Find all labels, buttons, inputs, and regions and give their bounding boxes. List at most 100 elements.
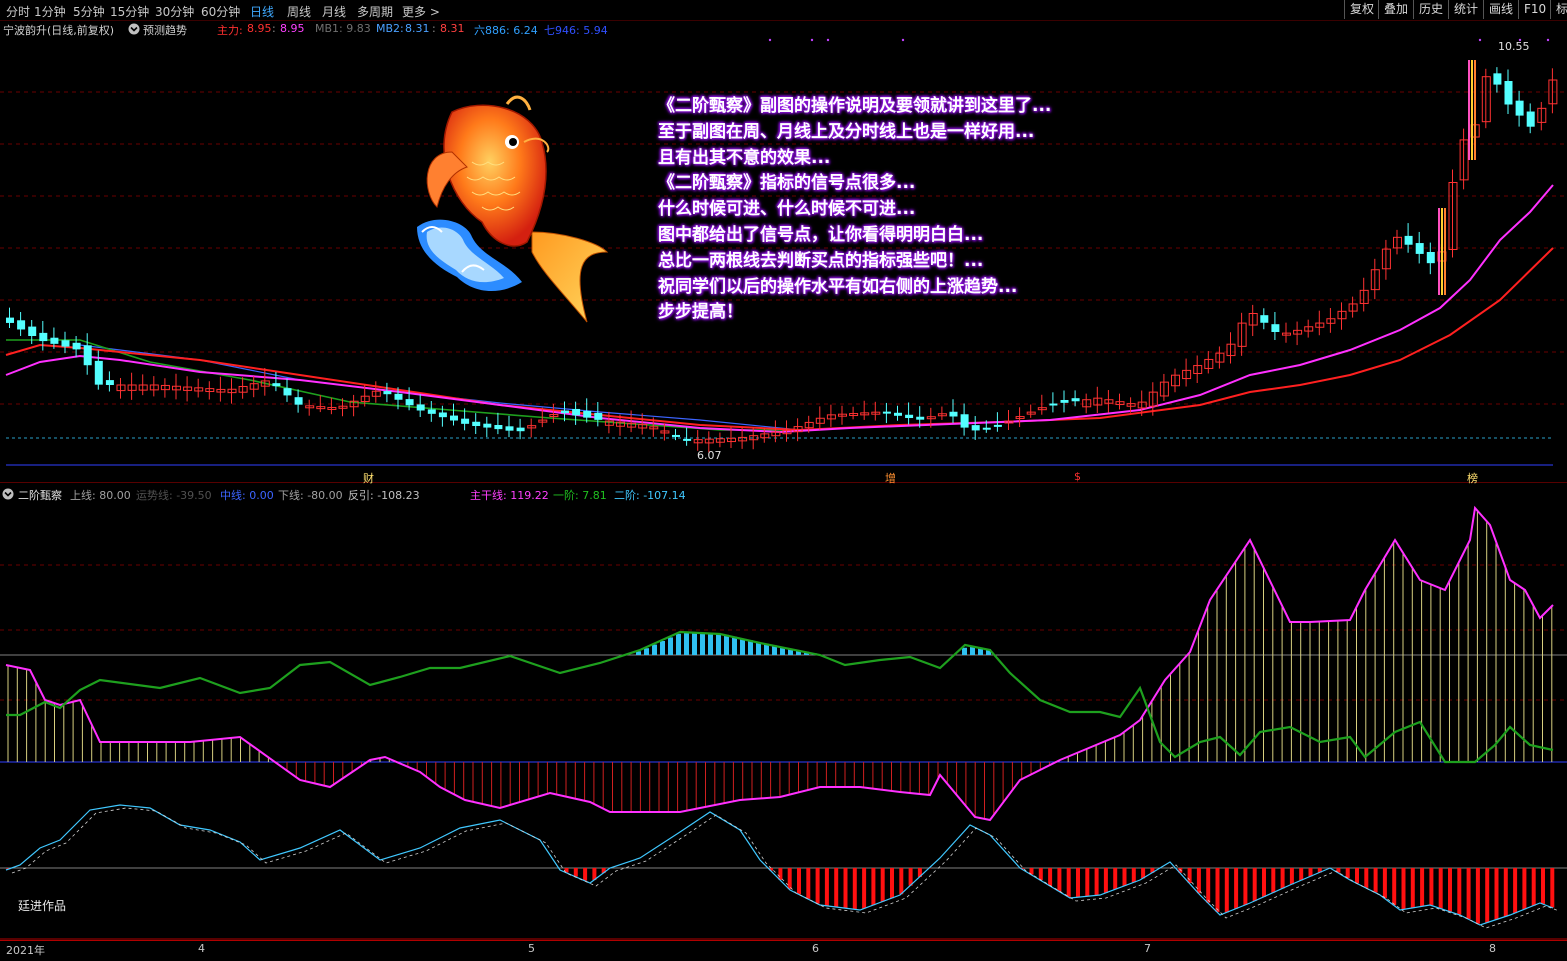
candle-body — [472, 422, 480, 426]
strength-block — [740, 639, 745, 656]
indicator-name[interactable]: 二阶甄察 — [18, 487, 62, 503]
oversold-bar — [1420, 868, 1424, 906]
candle-body — [284, 388, 292, 395]
candle-body — [972, 425, 980, 430]
reverse-value: 反引: -108.23 — [348, 487, 420, 503]
candle-body — [561, 411, 569, 414]
oversold-bar — [1457, 868, 1461, 915]
candle-body — [1271, 324, 1279, 332]
candle-body — [494, 425, 502, 429]
oversold-bar — [1439, 868, 1443, 908]
mark-button[interactable]: 标 — [1550, 0, 1567, 19]
oversold-bar — [1243, 868, 1247, 905]
oversold-bar — [909, 868, 913, 886]
signal-label-bang: 榜 — [1467, 470, 1478, 486]
strength-block — [692, 633, 697, 655]
oversold-bar — [1411, 868, 1415, 908]
oversold-bar — [1085, 868, 1089, 896]
oversold-bar — [1113, 868, 1117, 889]
candle-body — [295, 397, 303, 404]
tab-weekly[interactable]: 周线 — [287, 3, 311, 20]
tab-daily[interactable]: 日线 — [250, 3, 274, 20]
tab-more[interactable]: 更多 > — [402, 3, 440, 20]
signal-dot — [827, 39, 829, 41]
candle-body — [1072, 398, 1080, 401]
annotation-line: 什么时候可进、什么时候不可进... — [658, 197, 1178, 223]
candle-body — [1527, 112, 1535, 127]
overlay-button[interactable]: 叠加 — [1378, 0, 1413, 19]
oversold-bar — [1132, 868, 1136, 883]
candle-body — [272, 383, 280, 386]
candle-body — [1516, 101, 1524, 116]
candle-body — [894, 413, 902, 416]
oversold-bar — [1095, 868, 1099, 895]
mb2-value-2: 8.31 — [440, 22, 465, 35]
mb2-label: MB2: — [376, 22, 404, 35]
dropdown-circle-icon[interactable] — [128, 23, 140, 38]
koi-fish-icon — [412, 92, 612, 327]
oversold-bar — [1532, 868, 1536, 906]
axis-label-jul: 7 — [1144, 942, 1151, 955]
strength-block — [708, 633, 713, 655]
strength-block — [732, 637, 737, 655]
axis-label-jun: 6 — [812, 942, 819, 955]
predict-trend-label[interactable]: 预测趋势 — [143, 22, 187, 38]
history-button[interactable]: 历史 — [1413, 0, 1448, 19]
oversold-bar — [1392, 868, 1396, 905]
tab-15min[interactable]: 15分钟 — [110, 3, 149, 20]
axis-label-year: 2021年 — [6, 942, 45, 958]
restore-rights-button[interactable]: 复权 — [1344, 0, 1379, 19]
candle-body — [250, 384, 258, 389]
oversold-bar — [1216, 868, 1220, 912]
first-order-line — [6, 632, 1553, 762]
axis-label-aug: 8 — [1489, 942, 1496, 955]
oversold-bar — [890, 868, 894, 898]
draw-line-button[interactable]: 画线 — [1483, 0, 1518, 19]
annotation-line: 祝同学们以后的操作水平有如右侧的上涨趋势... — [658, 275, 1178, 301]
oversold-bar — [899, 868, 903, 894]
candle-body — [1416, 243, 1424, 254]
dropdown-circle-icon[interactable] — [2, 488, 14, 503]
candle-body — [506, 426, 514, 430]
zhuli-label: 主力: — [217, 22, 243, 38]
oversold-bar — [1299, 868, 1303, 880]
zhuli-value: 8.95 — [247, 22, 272, 35]
main-line-value: 主干线: 119.22 — [470, 487, 549, 503]
candle-body — [28, 327, 36, 336]
tab-multi-period[interactable]: 多周期 — [357, 3, 393, 20]
candle-body — [594, 413, 602, 420]
oversold-bar — [1522, 868, 1526, 909]
oversold-bar — [1485, 868, 1489, 923]
oversold-bar — [806, 868, 810, 899]
tab-intraday[interactable]: 分时 — [6, 3, 30, 20]
trend-line-value: 运势线: -39.50 — [136, 487, 212, 503]
candle-body — [50, 338, 58, 344]
candle-body — [672, 435, 680, 437]
oversold-bar — [1541, 868, 1545, 904]
oversold-bar — [1495, 868, 1499, 920]
first-order-value: 一阶: 7.81 — [553, 487, 607, 503]
second-order-line — [6, 805, 1553, 925]
candle-body — [6, 318, 14, 323]
oversold-bar — [788, 868, 792, 889]
strength-block — [748, 640, 753, 655]
f10-button[interactable]: F10 — [1518, 0, 1551, 19]
tab-30min[interactable]: 30分钟 — [155, 3, 194, 20]
tab-5min[interactable]: 5分钟 — [73, 3, 105, 20]
candle-body — [383, 391, 391, 394]
oversold-bar — [1188, 868, 1192, 883]
oversold-bar — [1504, 868, 1508, 917]
candle-body — [417, 404, 425, 410]
statistics-button[interactable]: 统计 — [1448, 0, 1483, 19]
candle-body — [395, 394, 403, 400]
candle-body — [84, 345, 92, 365]
oversold-bar — [583, 868, 587, 881]
annotation-line: 《二阶甄察》副图的操作说明及要领就讲到这里了... — [658, 94, 1178, 120]
signal-bar — [1474, 60, 1476, 160]
tab-60min[interactable]: 60分钟 — [201, 3, 240, 20]
candle-body — [95, 361, 103, 385]
oversold-bar — [825, 868, 829, 906]
tab-monthly[interactable]: 月线 — [322, 3, 346, 20]
tab-1min[interactable]: 1分钟 — [34, 3, 66, 20]
candle-body — [428, 409, 436, 413]
